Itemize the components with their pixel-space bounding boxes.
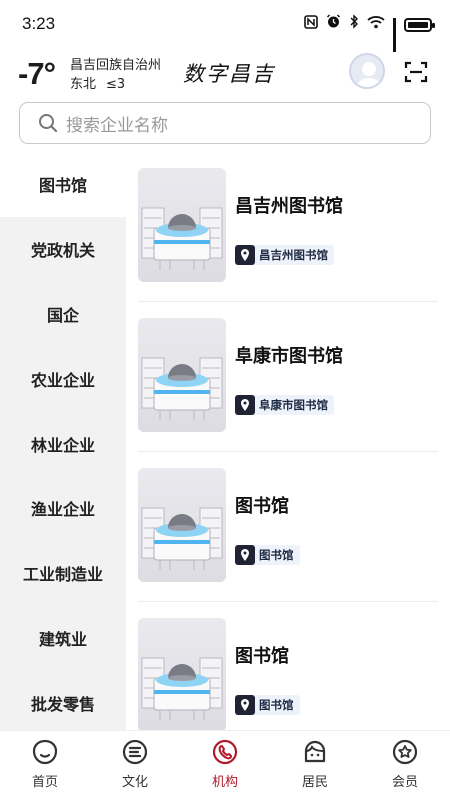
bottom-tab-bar: 首页 文化 机构 居民 会员 (0, 730, 450, 800)
tab-home[interactable]: 首页 (0, 731, 90, 800)
brand-logo: 数字昌吉 (183, 62, 275, 86)
location-tag-label: 昌吉州图书馆 (259, 248, 328, 262)
wind-level: ≤3 (106, 77, 126, 92)
search-input[interactable]: 搜索企业名称 (66, 111, 168, 136)
list-item[interactable]: 图书馆 图书馆 (126, 452, 450, 602)
library-name: 阜康市图书馆 (235, 346, 343, 367)
search-icon (39, 114, 58, 133)
wind-direction: 东北 (70, 77, 97, 92)
library-thumbnail (138, 168, 226, 282)
library-thumbnail (138, 618, 226, 730)
culture-icon (122, 739, 148, 765)
avatar[interactable] (349, 53, 385, 89)
status-icons (304, 14, 435, 52)
bluetooth-icon (349, 14, 359, 35)
library-thumbnail (138, 468, 226, 582)
wind-info: 东北 ≤3 (70, 75, 161, 94)
wifi-icon (367, 15, 385, 35)
weather-info: 昌吉回族自治州 东北 ≤3 (70, 56, 161, 94)
tab-resident[interactable]: 居民 (270, 731, 360, 800)
location-tag: 阜康市图书馆 (235, 395, 334, 415)
sidebar-item-forestry[interactable]: 林业企业 (0, 411, 126, 476)
list-item[interactable]: 图书馆 图书馆 (126, 602, 450, 730)
list-item[interactable]: 昌吉州图书馆 昌吉州图书馆 (126, 152, 450, 302)
sidebar-item-library[interactable]: 图书馆 (0, 152, 126, 217)
tab-label: 会员 (391, 775, 418, 790)
header: -7° 昌吉回族自治州 东北 ≤3 数字昌吉 (0, 48, 450, 98)
alarm-icon (326, 14, 341, 35)
tab-culture[interactable]: 文化 (90, 731, 180, 800)
sidebar-item-manufacturing[interactable]: 工业制造业 (0, 541, 126, 606)
sidebar-item-government[interactable]: 党政机关 (0, 217, 126, 282)
sidebar-item-wholesale-retail[interactable]: 批发零售 (0, 670, 126, 730)
location-tag: 图书馆 (235, 695, 300, 715)
location-tag-label: 阜康市图书馆 (259, 398, 328, 412)
search-bar[interactable]: 搜索企业名称 (19, 102, 431, 144)
signal-icon (393, 17, 396, 52)
library-thumbnail (138, 318, 226, 432)
location-tag-label: 图书馆 (259, 698, 294, 712)
member-icon (392, 739, 418, 765)
scan-button[interactable] (404, 60, 428, 84)
location-pin-icon (235, 545, 255, 565)
battery-icon (404, 17, 435, 32)
library-name: 图书馆 (235, 496, 289, 517)
location-label: 昌吉回族自治州 (70, 58, 162, 73)
temperature: -7° (18, 56, 56, 91)
status-time: 3:23 (22, 14, 56, 33)
location-tag: 昌吉州图书馆 (235, 245, 334, 265)
location-tag: 图书馆 (235, 545, 300, 565)
location-pin-icon (235, 245, 255, 265)
scan-icon (404, 61, 428, 83)
sidebar-item-fishery[interactable]: 渔业企业 (0, 476, 126, 541)
status-bar: 3:23 (0, 0, 450, 52)
location-pin-icon (235, 395, 255, 415)
tab-label: 文化 (121, 775, 148, 790)
tab-member[interactable]: 会员 (360, 731, 450, 800)
resident-icon (304, 740, 326, 763)
sidebar-item-agriculture[interactable]: 农业企业 (0, 346, 126, 411)
sidebar-item-state-owned[interactable]: 国企 (0, 282, 126, 347)
tab-label: 居民 (301, 775, 328, 790)
user-avatar-icon (355, 62, 383, 87)
list-item[interactable]: 阜康市图书馆 阜康市图书馆 (126, 302, 450, 452)
tab-institution[interactable]: 机构 (180, 731, 270, 800)
home-icon (32, 739, 58, 765)
location-tag-label: 图书馆 (259, 548, 294, 562)
library-name: 图书馆 (235, 646, 289, 667)
institution-icon (212, 739, 238, 765)
category-sidebar: 图书馆 党政机关 国企 农业企业 林业企业 渔业企业 工业制造业 建筑业 批发零… (0, 152, 126, 730)
nfc-icon (304, 14, 318, 35)
tab-label: 首页 (31, 775, 58, 790)
location-pin-icon (235, 695, 255, 715)
tab-label: 机构 (211, 775, 238, 790)
sidebar-item-construction[interactable]: 建筑业 (0, 606, 126, 671)
institution-list: 昌吉州图书馆 昌吉州图书馆 阜康市图书馆 阜康市图书馆 图书馆 图书馆 图书馆 … (126, 152, 450, 730)
library-name: 昌吉州图书馆 (235, 196, 343, 217)
